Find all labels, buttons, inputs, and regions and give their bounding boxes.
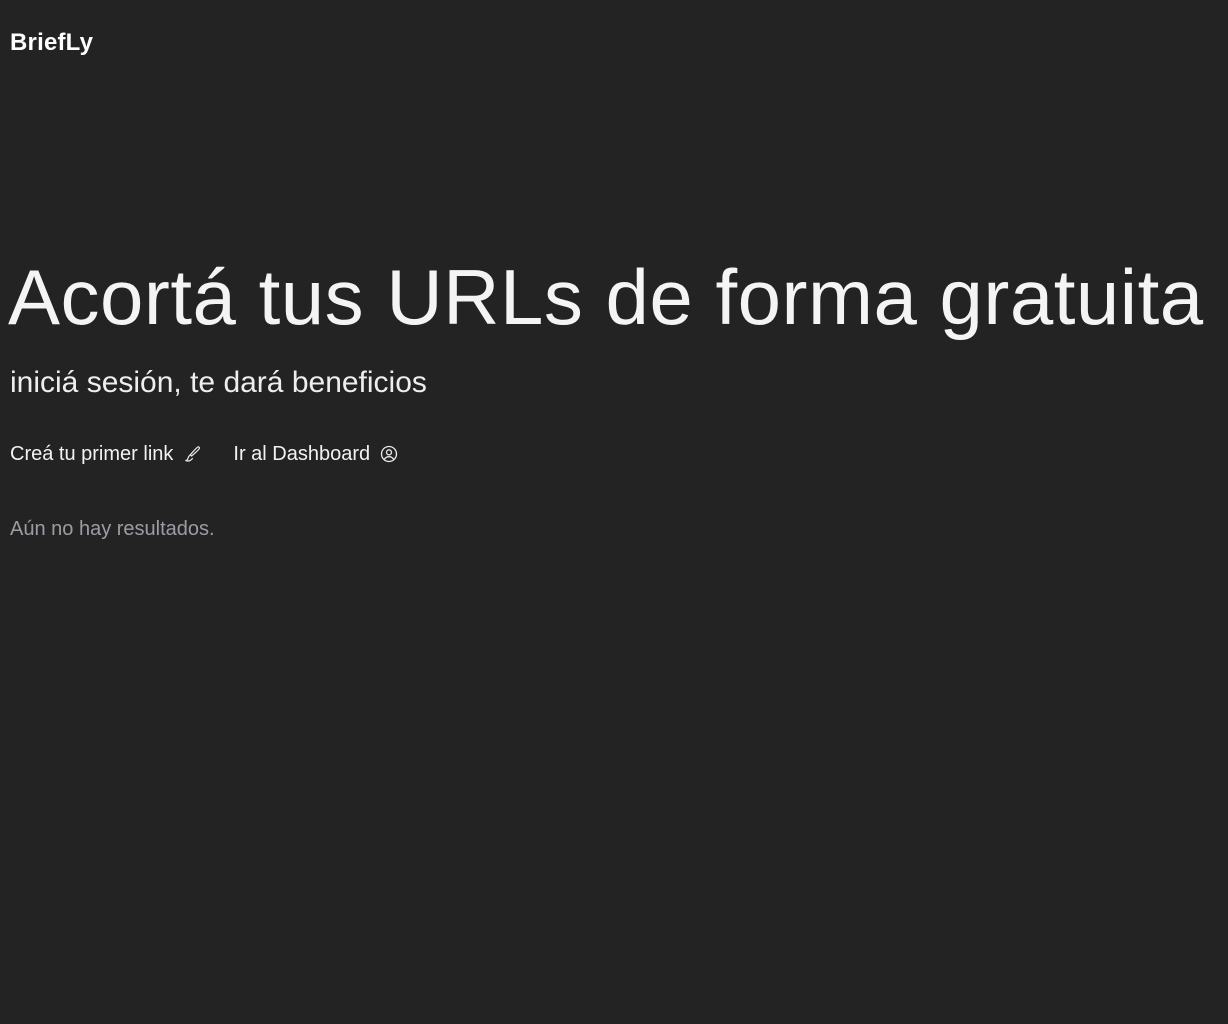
user-circle-icon bbox=[378, 443, 400, 465]
page: BriefLy Acortá tus URLs de forma gratuit… bbox=[0, 0, 1228, 1024]
brush-icon bbox=[181, 443, 203, 465]
brand-logo[interactable]: BriefLy bbox=[10, 28, 93, 58]
dashboard-label: Ir al Dashboard bbox=[233, 443, 371, 465]
dashboard-button[interactable]: Ir al Dashboard bbox=[233, 440, 400, 468]
create-first-link-button[interactable]: Creá tu primer link bbox=[10, 440, 203, 468]
create-first-link-label: Creá tu primer link bbox=[10, 443, 174, 465]
action-links: Creá tu primer link Ir al Dashboard bbox=[10, 440, 400, 468]
hero-title: Acortá tus URLs de forma gratuita bbox=[8, 253, 1204, 341]
empty-results-message: Aún no hay resultados. bbox=[10, 518, 215, 540]
hero-subtitle: iniciá sesión, te dará beneficios bbox=[10, 366, 427, 399]
